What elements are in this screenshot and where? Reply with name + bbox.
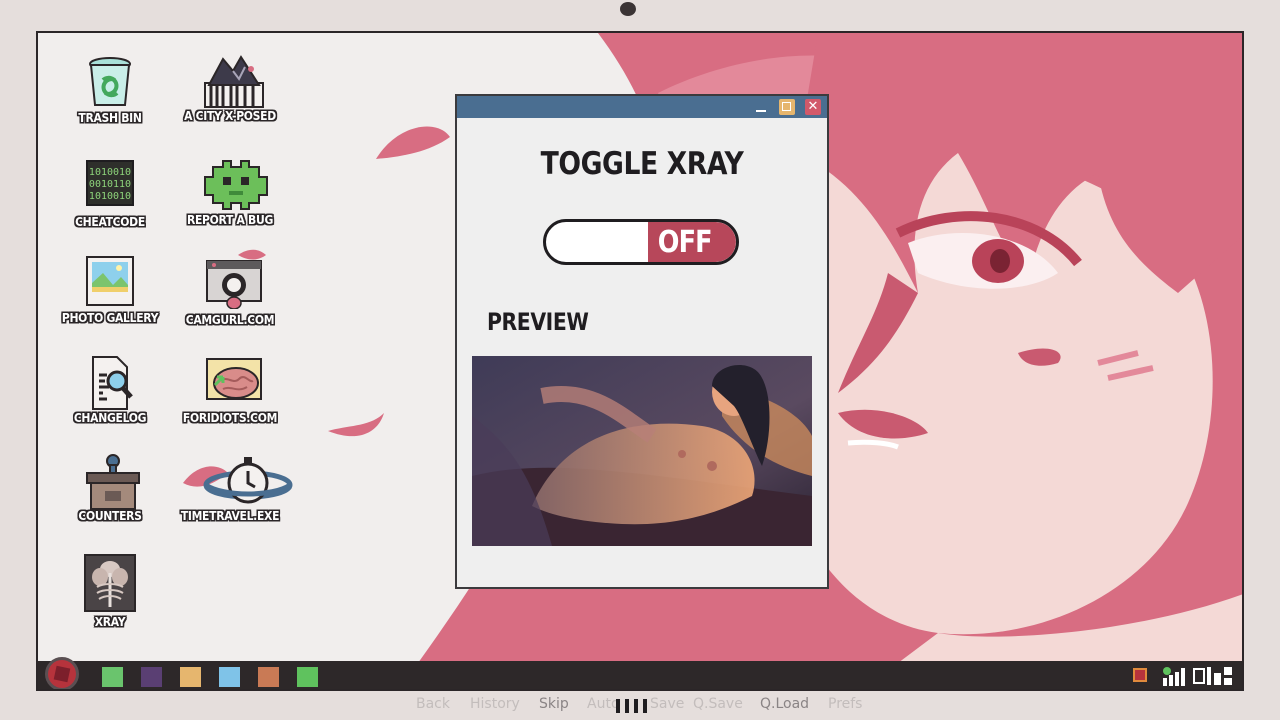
start-menu-button[interactable] bbox=[45, 657, 79, 689]
desktop-icon-changelog[interactable]: CHANGELOG bbox=[55, 355, 165, 425]
svg-text:0010110: 0010110 bbox=[89, 179, 131, 190]
svg-text:1010010: 1010010 bbox=[89, 191, 131, 202]
desktop-icon-label: PHOTO GALLERY bbox=[61, 311, 159, 325]
brain-icon bbox=[203, 355, 262, 409]
taskbar-app-orange[interactable] bbox=[258, 667, 279, 687]
preview-heading: PREVIEW bbox=[487, 308, 589, 336]
desktop-icon-label: CHANGELOG bbox=[73, 411, 147, 425]
desktop-icon-photo-gallery[interactable]: PHOTO GALLERY bbox=[55, 255, 165, 325]
desktop-icon-label: TRASH BIN bbox=[78, 111, 142, 125]
photo-icon bbox=[83, 255, 137, 309]
quick-menu-skip[interactable]: Skip bbox=[539, 696, 569, 712]
desktop-icon-label: CAMGURL.COM bbox=[185, 313, 275, 327]
desk-counter-icon bbox=[83, 453, 140, 510]
window-title: TOGGLE XRAY bbox=[540, 146, 744, 182]
desktop-icon-label: CHEATCODE bbox=[75, 215, 145, 229]
stop-icon[interactable] bbox=[1133, 668, 1147, 682]
desktop-icon-label: A CITY X-POSED bbox=[184, 109, 276, 123]
desktop-icon-label: TIMETRAVEL.EXE bbox=[180, 509, 280, 523]
stopwatch-planet-icon bbox=[203, 453, 293, 507]
desktop-icon-label: XRAY bbox=[94, 615, 126, 629]
quick-menu-qsave[interactable]: Q.Save bbox=[693, 696, 743, 712]
bug-icon bbox=[203, 157, 268, 211]
taskbar-app-lime[interactable] bbox=[297, 667, 318, 687]
desktop-icon-camgurl[interactable]: CAMGURL.COM bbox=[175, 257, 285, 327]
svg-text:1010010: 1010010 bbox=[89, 167, 131, 178]
taskbar-app-purple[interactable] bbox=[141, 667, 162, 687]
document-search-icon bbox=[83, 355, 137, 410]
toggle-state-label: OFF bbox=[657, 225, 712, 260]
desktop-screen: TRASH BIN A CITY X-POSED 1010010 0010110… bbox=[36, 31, 1244, 691]
toggle-xray-window: ✕ TOGGLE XRAY OFF PREVIEW bbox=[455, 94, 829, 589]
taskbar-app-green[interactable] bbox=[102, 667, 123, 687]
desktop-icon-city-app[interactable]: A CITY X-POSED bbox=[175, 53, 285, 123]
taskbar-app-blue[interactable] bbox=[219, 667, 240, 687]
quick-menu-auto[interactable]: Auto bbox=[587, 696, 620, 712]
desktop-icon-foridiots[interactable]: FORIDIOTS.COM bbox=[175, 355, 285, 425]
quick-menu-history[interactable]: History bbox=[470, 696, 520, 712]
quick-menu: Back History Skip Auto Save Q.Save Q.Loa… bbox=[0, 695, 1280, 717]
xray-toggle-switch[interactable]: OFF bbox=[543, 219, 739, 265]
taskbar bbox=[38, 657, 1242, 689]
desktop-icon-label: COUNTERS bbox=[78, 509, 142, 523]
taskbar-app-yellow[interactable] bbox=[180, 667, 201, 687]
desktop-icon-cheatcode[interactable]: 1010010 0010110 1010010 CHEATCODE bbox=[55, 159, 165, 229]
quick-menu-back[interactable]: Back bbox=[416, 696, 450, 712]
desktop-icon-xray[interactable]: XRAY bbox=[55, 553, 165, 629]
desktop-icon-trash-bin[interactable]: TRASH BIN bbox=[55, 55, 165, 125]
window-layout-icon[interactable] bbox=[1193, 665, 1233, 687]
desktop-icon-label: FORIDIOTS.COM bbox=[182, 411, 278, 425]
monitor-frame: TRASH BIN A CITY X-POSED 1010010 0010110… bbox=[0, 0, 1280, 720]
minimize-icon[interactable] bbox=[753, 99, 769, 115]
quick-menu-qload[interactable]: Q.Load bbox=[760, 696, 809, 712]
camera-dot bbox=[620, 2, 636, 16]
desktop-icon-timetravel[interactable]: TIMETRAVEL.EXE bbox=[175, 453, 293, 523]
desktop-icon-counters[interactable]: COUNTERS bbox=[55, 453, 165, 523]
quick-menu-save[interactable]: Save bbox=[650, 696, 684, 712]
desktop-icon-label: REPORT A BUG bbox=[186, 213, 274, 227]
city-app-icon bbox=[203, 53, 264, 108]
trash-bin-icon bbox=[83, 55, 137, 109]
xray-icon bbox=[83, 553, 137, 613]
window-titlebar[interactable]: ✕ bbox=[457, 96, 827, 118]
close-icon[interactable]: ✕ bbox=[805, 99, 821, 115]
maximize-icon[interactable] bbox=[779, 99, 795, 115]
camera-icon bbox=[203, 257, 262, 311]
signal-icon[interactable] bbox=[1161, 666, 1185, 686]
desktop-icon-report-bug[interactable]: REPORT A BUG bbox=[175, 157, 285, 227]
preview-image bbox=[472, 356, 812, 546]
quick-menu-prefs[interactable]: Prefs bbox=[828, 696, 862, 712]
quick-menu-handle-icon[interactable] bbox=[616, 699, 648, 713]
binary-code-icon: 1010010 0010110 1010010 bbox=[83, 159, 137, 213]
